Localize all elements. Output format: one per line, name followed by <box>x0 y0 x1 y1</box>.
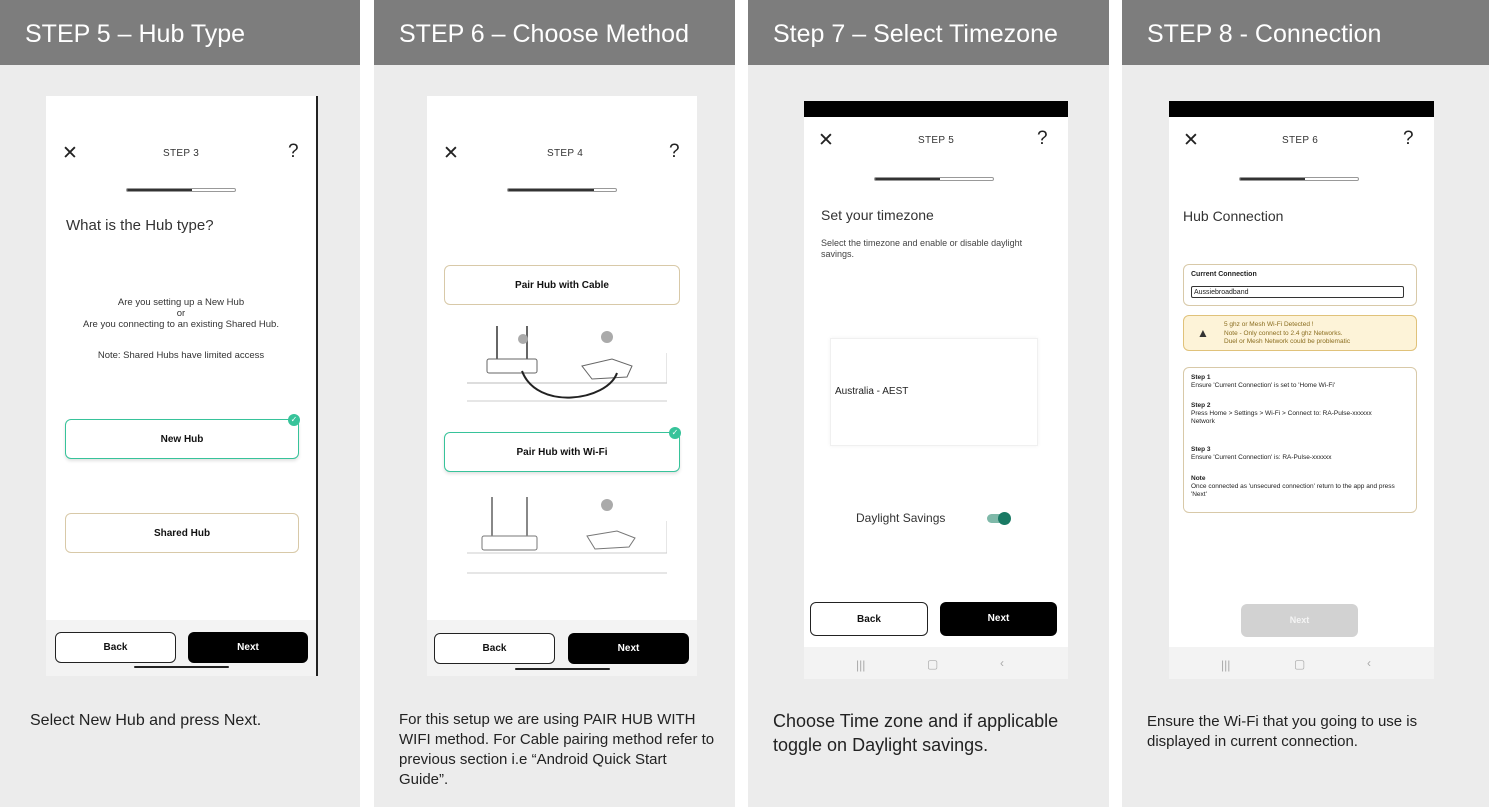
progress-fill <box>508 189 595 191</box>
step-indicator: STEP 5 <box>918 135 955 146</box>
warning-text: 5 ghz or Mesh Wi-Fi Detected ! Note - On… <box>1224 321 1350 347</box>
close-icon[interactable]: ✕ <box>443 142 459 165</box>
page-title: Set your timezone <box>821 207 934 223</box>
warning-box: ▲ 5 ghz or Mesh Wi-Fi Detected ! Note - … <box>1183 315 1417 351</box>
instruction-text: Ensure 'Current Connection' is: RA-Pulse… <box>1191 454 1332 461</box>
toggle-knob <box>998 512 1011 525</box>
timezone-value: Australia - AEST <box>835 386 909 397</box>
caption: Select New Hub and press Next. <box>30 712 262 729</box>
recent-apps-icon[interactable]: ||| <box>1221 658 1230 672</box>
column-header: STEP 8 - Connection <box>1122 0 1489 65</box>
back-nav-icon[interactable]: ‹ <box>1367 656 1371 670</box>
progress-bar <box>874 177 994 181</box>
page-title: What is the Hub type? <box>66 217 214 234</box>
home-icon[interactable]: ▢ <box>1294 657 1305 671</box>
page-title: Hub Connection <box>1183 208 1284 224</box>
back-nav-icon[interactable]: ‹ <box>1000 656 1004 670</box>
home-icon[interactable]: ▢ <box>927 657 938 671</box>
progress-bar <box>126 188 236 192</box>
help-icon[interactable]: ? <box>1403 128 1414 150</box>
shared-hub-button[interactable]: Shared Hub <box>65 513 299 553</box>
back-button[interactable]: Back <box>810 602 928 636</box>
new-hub-button[interactable]: New Hub <box>65 419 299 459</box>
step-indicator: STEP 3 <box>163 148 200 159</box>
instruction-text: Press Home > Settings > Wi-Fi > Connect … <box>1191 410 1372 425</box>
caption: Ensure the Wi-Fi that you going to use i… <box>1147 713 1418 750</box>
question-line-1: Are you setting up a New Hub <box>117 297 245 308</box>
next-button[interactable]: Next <box>568 633 689 664</box>
current-connection-field[interactable]: Aussiebroadband <box>1191 286 1404 298</box>
warning-line-2: Note - Only connect to 2.4 ghz Networks. <box>1224 329 1343 337</box>
status-bar <box>1169 101 1434 117</box>
instruction-step-2: Step 2 Press Home > Settings > Wi-Fi > C… <box>1191 402 1391 426</box>
selected-check-icon: ✓ <box>669 427 681 439</box>
close-icon[interactable]: ✕ <box>1183 129 1199 152</box>
help-icon[interactable]: ? <box>288 141 299 163</box>
home-indicator <box>134 666 229 668</box>
help-icon[interactable]: ? <box>1037 128 1048 150</box>
instruction-title: Step 3 <box>1191 446 1211 453</box>
next-button[interactable]: Next <box>940 602 1057 636</box>
description-text: Select the timezone and enable or disabl… <box>821 238 1023 259</box>
daylight-savings-label: Daylight Savings <box>856 511 946 525</box>
recent-apps-icon[interactable]: ||| <box>856 658 865 672</box>
close-icon[interactable]: ✕ <box>62 142 78 165</box>
progress-bar <box>1239 177 1359 181</box>
column-header: STEP 5 – Hub Type <box>0 0 360 65</box>
instruction-text: Once connected as 'unsecured connection'… <box>1191 483 1395 498</box>
current-connection-box: Current Connection Aussiebroadband <box>1183 264 1417 306</box>
home-indicator <box>515 668 610 670</box>
instruction-title: Step 1 <box>1191 374 1211 381</box>
caption: For this setup we are using PAIR HUB WIT… <box>399 711 715 788</box>
next-button[interactable]: Next <box>188 632 308 663</box>
timezone-picker[interactable]: Australia - AEST <box>830 338 1038 446</box>
instruction-note: Note Once connected as 'unsecured connec… <box>1191 475 1406 499</box>
current-connection-label: Current Connection <box>1191 271 1257 278</box>
phone-screen: ✕ STEP 3 ? What is the Hub type? Are you… <box>46 96 318 676</box>
router-cable-illustration <box>467 326 667 402</box>
progress-bar <box>507 188 617 192</box>
column-step-8: STEP 8 - Connection ✕ STEP 6 ? Hub Conne… <box>1122 0 1489 807</box>
back-button[interactable]: Back <box>434 633 555 664</box>
step-indicator: STEP 4 <box>547 148 584 159</box>
status-bar <box>804 101 1068 117</box>
column-header: Step 7 – Select Timezone <box>748 0 1109 65</box>
pair-wifi-button[interactable]: Pair Hub with Wi-Fi <box>444 432 680 472</box>
next-button[interactable]: Next <box>1241 604 1358 637</box>
instruction-text: Ensure 'Current Connection' is set to 'H… <box>1191 382 1336 389</box>
pair-cable-button[interactable]: Pair Hub with Cable <box>444 265 680 305</box>
instruction-step-3: Step 3 Ensure 'Current Connection' is: R… <box>1191 446 1409 462</box>
question-line-3: Are you connecting to an existing Shared… <box>83 319 279 330</box>
warning-line-1: 5 ghz or Mesh Wi-Fi Detected ! <box>1224 321 1314 328</box>
column-step-7: Step 7 – Select Timezone ✕ STEP 5 ? Set … <box>748 0 1109 807</box>
close-icon[interactable]: ✕ <box>818 129 834 152</box>
note-text: Note: Shared Hubs have limited access <box>97 350 265 361</box>
question-line-2: or <box>176 308 186 319</box>
progress-fill <box>875 178 940 180</box>
progress-fill <box>1240 178 1305 180</box>
warning-line-3: Duel or Mesh Network could be problemati… <box>1224 338 1351 345</box>
selected-check-icon: ✓ <box>288 414 300 426</box>
instruction-title: Step 2 <box>1191 402 1211 409</box>
phone-screen: ✕ STEP 4 ? Pair Hub with Cable Pair Hub … <box>427 96 697 676</box>
column-step-6: STEP 6 – Choose Method ✕ STEP 4 ? Pair H… <box>374 0 735 807</box>
question-text: Are you setting up a New Hub or Are you … <box>46 297 316 330</box>
back-button[interactable]: Back <box>55 632 176 663</box>
column-step-5: STEP 5 – Hub Type ✕ STEP 3 ? What is the… <box>0 0 360 807</box>
progress-fill <box>127 189 192 191</box>
phone-screen: ✕ STEP 6 ? Hub Connection Current Connec… <box>1169 101 1434 679</box>
router-wifi-illustration <box>467 497 667 574</box>
daylight-savings-toggle[interactable] <box>987 512 1011 525</box>
phone-screen: ✕ STEP 5 ? Set your timezone Select the … <box>804 101 1068 679</box>
instruction-title: Note <box>1191 475 1206 482</box>
warning-icon: ▲ <box>1197 326 1209 340</box>
caption: Choose Time zone and if applicable toggl… <box>773 711 1059 755</box>
column-header: STEP 6 – Choose Method <box>374 0 735 65</box>
instructions-box: Step 1 Ensure 'Current Connection' is se… <box>1183 367 1417 513</box>
step-indicator: STEP 6 <box>1282 135 1319 146</box>
instruction-step-1: Step 1 Ensure 'Current Connection' is se… <box>1191 374 1409 390</box>
help-icon[interactable]: ? <box>669 141 680 163</box>
